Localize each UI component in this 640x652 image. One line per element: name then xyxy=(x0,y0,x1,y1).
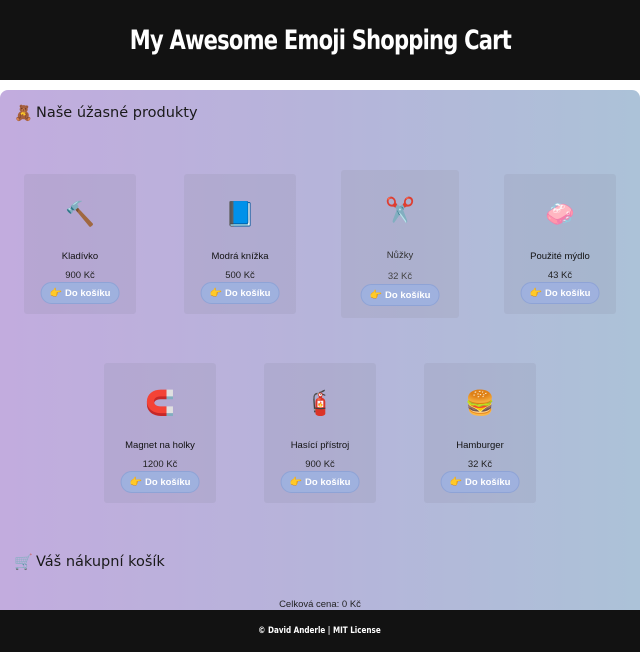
cart-heading-label: Váš nákupní košík xyxy=(36,554,165,570)
pointing-hand-icon: 👉 xyxy=(289,476,303,488)
product-price: 900 Kč xyxy=(305,459,335,470)
add-to-cart-button[interactable]: 👉 Do košíku xyxy=(440,471,520,493)
page-footer: © David Anderle | MIT License xyxy=(0,610,640,652)
add-to-cart-label: Do košíku xyxy=(385,289,431,301)
add-to-cart-label: Do košíku xyxy=(225,287,271,299)
add-to-cart-label: Do košíku xyxy=(465,476,511,488)
product-price: 1200 Kč xyxy=(142,459,178,470)
add-to-cart-label: Do košíku xyxy=(145,476,191,488)
add-to-cart-label: Do košíku xyxy=(305,476,351,488)
fire-extinguisher-icon: 🧯 xyxy=(305,390,335,417)
pointing-hand-icon: 👉 xyxy=(449,476,463,488)
add-to-cart-button[interactable]: 👉 Do košíku xyxy=(280,471,360,493)
product-card-modra-knizka: 📘 Modrá knížka 500 Kč 👉 Do košíku xyxy=(184,174,296,314)
main-content: 🧸 Naše úžasné produkty 🔨 Kladívko 900 Kč… xyxy=(0,90,640,620)
product-name: Hamburger xyxy=(456,440,504,451)
magnet-icon: 🧲 xyxy=(145,390,175,417)
blue-book-icon: 📘 xyxy=(225,201,255,228)
hammer-icon: 🔨 xyxy=(65,201,95,228)
add-to-cart-label: Do košíku xyxy=(545,287,591,299)
add-to-cart-button[interactable]: 👉 Do košíku xyxy=(40,282,120,304)
pointing-hand-icon: 👉 xyxy=(209,287,223,299)
product-name: Modrá knížka xyxy=(211,251,269,262)
product-card-hasici-pristroj: 🧯 Hasící přístroj 900 Kč 👉 Do košíku xyxy=(264,363,376,503)
cart-total: Celková cena: 0 Kč xyxy=(279,599,361,610)
add-to-cart-button[interactable]: 👉 Do košíku xyxy=(120,471,200,493)
add-to-cart-label: Do košíku xyxy=(65,287,111,299)
add-to-cart-button[interactable]: 👉 Do košíku xyxy=(200,282,280,304)
soap-icon: 🧼 xyxy=(545,201,575,228)
product-price: 43 Kč xyxy=(547,270,573,281)
product-card-kladivko: 🔨 Kladívko 900 Kč 👉 Do košíku xyxy=(24,174,136,314)
product-card-magnet: 🧲 Magnet na holky 1200 Kč 👉 Do košíku xyxy=(104,363,216,503)
pointing-hand-icon: 👉 xyxy=(49,287,63,299)
product-name: Magnet na holky xyxy=(125,440,195,451)
product-price: 900 Kč xyxy=(65,270,95,281)
product-name: Použité mýdlo xyxy=(530,251,590,262)
products-heading-label: Naše úžasné produkty xyxy=(36,105,198,121)
product-name: Kladívko xyxy=(61,251,99,262)
cart-heading: 🛒 Váš nákupní košík xyxy=(14,553,165,571)
product-name: Nůžky xyxy=(386,250,414,261)
product-price: 32 Kč xyxy=(467,459,493,470)
product-price: 32 Kč xyxy=(387,271,413,282)
product-card-nuzky: ✂️ Nůžky 32 Kč 👉 Do košíku xyxy=(341,170,459,318)
product-name: Hasící přístroj xyxy=(290,440,350,451)
add-to-cart-button[interactable]: 👉 Do košíku xyxy=(520,282,600,304)
page-header: My Awesome Emoji Shopping Cart xyxy=(0,0,640,80)
pointing-hand-icon: 👉 xyxy=(529,287,543,299)
hamburger-icon: 🍔 xyxy=(465,390,495,417)
product-card-pouzite-mydlo: 🧼 Použité mýdlo 43 Kč 👉 Do košíku xyxy=(504,174,616,314)
pointing-hand-icon: 👉 xyxy=(129,476,143,488)
products-heading: 🧸 Naše úžasné produkty xyxy=(14,104,198,122)
product-card-hamburger: 🍔 Hamburger 32 Kč 👉 Do košíku xyxy=(424,363,536,503)
add-to-cart-button[interactable]: 👉 Do košíku xyxy=(360,284,440,306)
product-price: 500 Kč xyxy=(225,270,255,281)
shopping-cart-icon: 🛒 xyxy=(14,553,33,571)
footer-text: © David Anderle | MIT License xyxy=(258,626,382,636)
pointing-hand-icon: 👉 xyxy=(369,289,383,301)
scissors-icon: ✂️ xyxy=(385,197,415,224)
teddy-bear-icon: 🧸 xyxy=(14,104,33,122)
page-title: My Awesome Emoji Shopping Cart xyxy=(129,24,511,56)
